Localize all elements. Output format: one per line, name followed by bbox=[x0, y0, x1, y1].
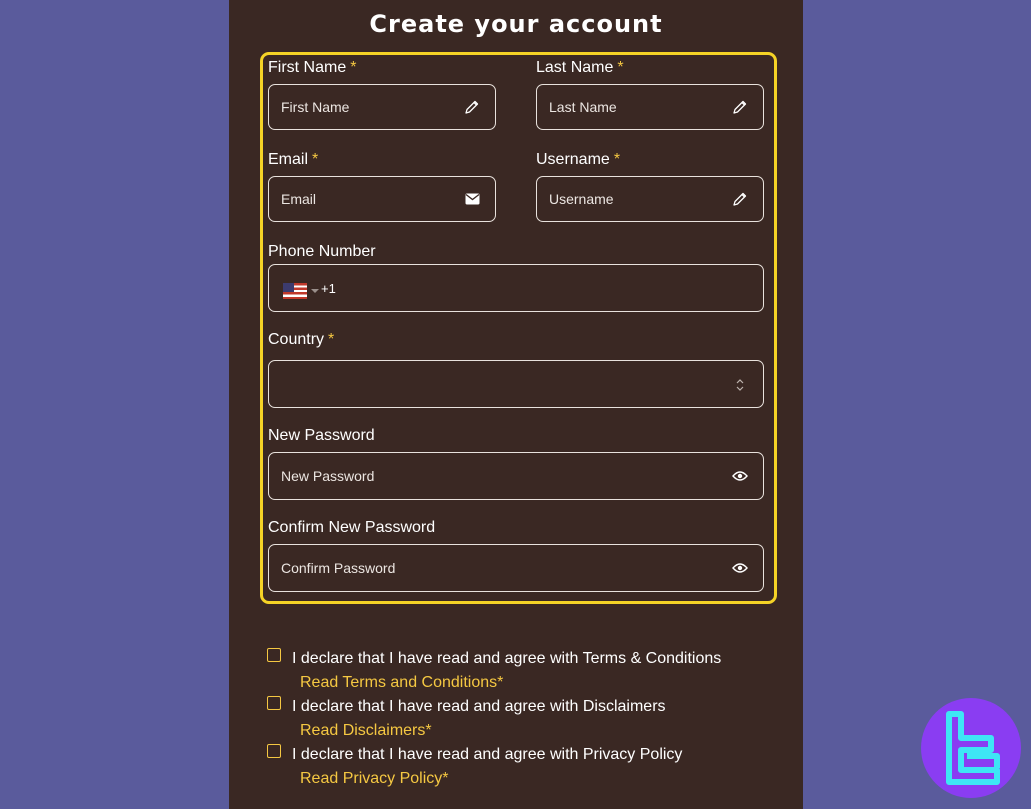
required-mark: * bbox=[613, 151, 621, 168]
username-input[interactable] bbox=[549, 177, 719, 221]
pencil-icon bbox=[731, 190, 749, 208]
first-name-input[interactable] bbox=[281, 85, 451, 129]
disclaimers-text: I declare that I have read and agree wit… bbox=[292, 698, 666, 715]
email-field[interactable] bbox=[268, 176, 496, 222]
confirm-password-input[interactable] bbox=[281, 545, 652, 591]
first-name-label-text: First Name bbox=[268, 59, 347, 76]
terms-link[interactable]: Read Terms and Conditions* bbox=[300, 674, 503, 692]
eye-icon[interactable] bbox=[731, 467, 749, 485]
privacy-link[interactable]: Read Privacy Policy* bbox=[300, 770, 449, 788]
last-name-label-text: Last Name bbox=[536, 59, 614, 76]
email-label-text: Email bbox=[268, 151, 309, 168]
us-flag-icon[interactable] bbox=[283, 283, 307, 299]
first-name-label: First Name * bbox=[268, 59, 356, 77]
last-name-input[interactable] bbox=[549, 85, 719, 129]
new-password-input[interactable] bbox=[281, 453, 652, 499]
disclaimers-link[interactable]: Read Disclaimers* bbox=[300, 722, 432, 740]
required-mark: * bbox=[617, 59, 624, 76]
terms-checkbox[interactable] bbox=[267, 648, 281, 662]
disclaimers-checkbox[interactable] bbox=[267, 696, 281, 710]
country-label: Country * bbox=[268, 331, 334, 349]
confirm-password-field[interactable] bbox=[268, 544, 764, 592]
page-title: Create your account bbox=[369, 10, 663, 38]
pencil-icon bbox=[731, 98, 749, 116]
new-password-field[interactable] bbox=[268, 452, 764, 500]
last-name-field[interactable] bbox=[536, 84, 764, 130]
first-name-field[interactable] bbox=[268, 84, 496, 130]
country-select[interactable] bbox=[268, 360, 764, 408]
phone-label: Phone Number bbox=[268, 243, 376, 260]
confirm-password-label: Confirm New Password bbox=[268, 519, 436, 536]
new-password-label: New Password bbox=[268, 427, 375, 444]
username-label-text: Username bbox=[536, 151, 610, 168]
required-mark: * bbox=[350, 59, 357, 76]
envelope-icon bbox=[463, 190, 481, 208]
required-mark: * bbox=[312, 151, 319, 168]
username-label: Username * bbox=[536, 151, 620, 169]
dial-code: +1 bbox=[321, 281, 336, 296]
eye-icon[interactable] bbox=[731, 559, 749, 577]
chevron-down-icon[interactable] bbox=[311, 289, 319, 293]
pencil-icon bbox=[463, 98, 481, 116]
brand-logo-icon bbox=[921, 698, 1021, 798]
phone-field[interactable]: +1 bbox=[268, 264, 764, 312]
privacy-checkbox[interactable] bbox=[267, 744, 281, 758]
terms-text: I declare that I have read and agree wit… bbox=[292, 650, 722, 667]
select-arrows-icon bbox=[731, 376, 749, 394]
last-name-label: Last Name * bbox=[536, 59, 624, 77]
required-mark: * bbox=[328, 331, 335, 348]
email-label: Email * bbox=[268, 151, 318, 169]
privacy-text: I declare that I have read and agree wit… bbox=[292, 746, 683, 763]
country-label-text: Country bbox=[268, 331, 325, 348]
email-input[interactable] bbox=[281, 177, 451, 221]
username-field[interactable] bbox=[536, 176, 764, 222]
signup-panel: Create your account First Name* Last Nam… bbox=[229, 0, 803, 809]
